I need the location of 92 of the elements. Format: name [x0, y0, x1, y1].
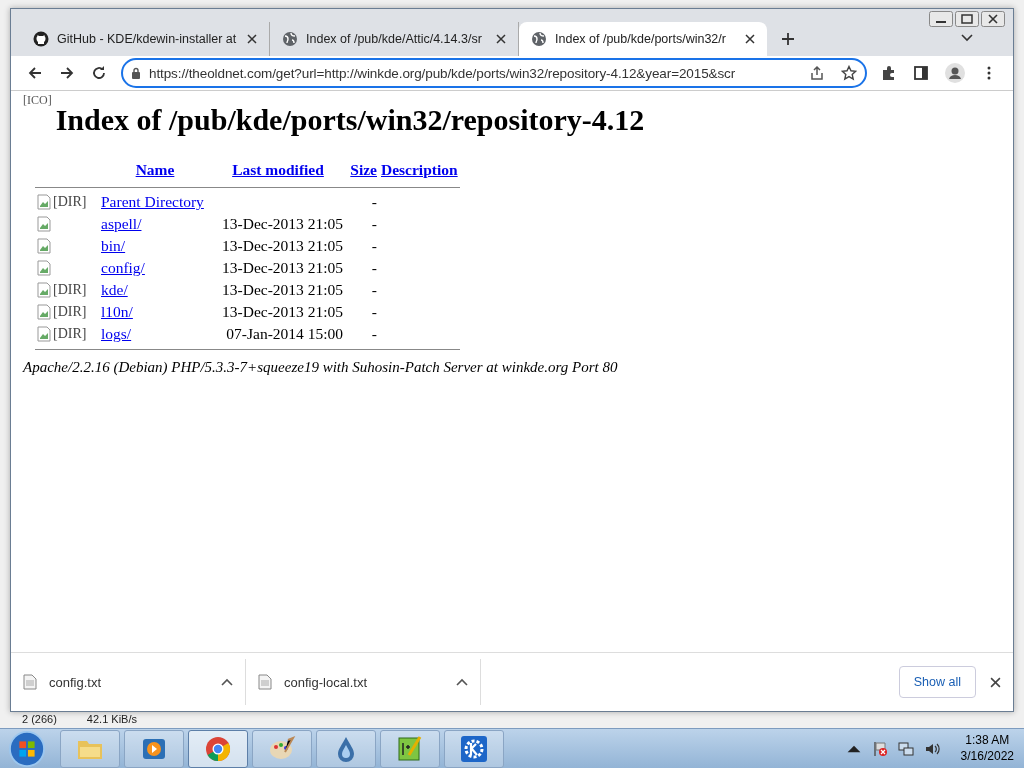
file-size: - [371, 325, 377, 342]
directory-link[interactable]: aspell/ [101, 215, 142, 232]
broken-image-alt: [DIR] [53, 326, 87, 342]
browser-tab[interactable]: Index of /pub/kde/Attic/4.14.3/sr [270, 22, 519, 56]
address-bar[interactable]: https://theoldnet.com/get?url=http://winkde.org/pub/kde/ports/win32/repository-4.12&year=2015&scr [121, 58, 867, 88]
modified-date: 07-Jan-2014 15:00 [226, 325, 343, 342]
minimize-icon[interactable] [929, 11, 953, 27]
broken-image-alt: [DIR] [53, 282, 87, 298]
new-tab-icon[interactable] [781, 32, 795, 46]
clock-date: 3/16/2022 [960, 748, 1014, 765]
tab-title: Index of /pub/kde/Attic/4.14.3/sr [306, 32, 483, 46]
directory-link[interactable]: bin/ [101, 237, 126, 254]
file-size: - [371, 259, 377, 276]
directory-link[interactable]: config/ [101, 259, 145, 276]
close-icon[interactable] [981, 11, 1005, 27]
column-sort-link[interactable]: Name [135, 161, 175, 178]
close-icon[interactable] [496, 34, 506, 44]
tab-title: Index of /pub/kde/ports/win32/r [555, 32, 727, 46]
close-icon[interactable] [247, 34, 257, 44]
document-icon [258, 674, 272, 690]
globe-icon [531, 31, 547, 47]
directory-link[interactable]: kde/ [101, 281, 128, 298]
column-sort-link[interactable]: Description [381, 161, 458, 178]
chrome-icon [204, 734, 232, 763]
broken-image-icon [37, 282, 51, 298]
side-panel-icon[interactable] [913, 65, 929, 81]
restore-icon[interactable] [955, 11, 979, 27]
column-sort-link[interactable]: Last modified [232, 161, 324, 178]
share-icon[interactable] [809, 65, 825, 81]
profile-icon[interactable] [945, 63, 965, 83]
broken-image-icon [37, 216, 51, 232]
status-text: 2 (266) [22, 713, 57, 726]
notepad-icon [396, 734, 424, 763]
directory-link[interactable]: l10n/ [101, 303, 133, 320]
browser-tab[interactable]: GitHub - KDE/kdewin-installer at [21, 22, 270, 56]
modified-date: 13-Dec-2013 21:05 [222, 259, 343, 276]
broken-image-icon [37, 238, 51, 254]
broken-image-icon [37, 194, 51, 210]
download-item[interactable]: config.txt [11, 659, 246, 705]
server-signature: Apache/2.2.16 (Debian) PHP/5.3.3-7+squeeze19 with Suhosin-Patch Server at winkde.org Port 80 [23, 359, 619, 376]
broken-image-alt: [ICO] [23, 93, 52, 108]
chevron-down-icon[interactable] [961, 34, 973, 42]
puzzle-icon[interactable] [881, 65, 897, 81]
browser-tab[interactable]: Index of /pub/kde/ports/win32/r [519, 22, 767, 56]
broken-image-icon [37, 304, 51, 320]
broken-image-icon [37, 260, 51, 276]
network-icon[interactable] [897, 740, 914, 757]
github-icon [33, 31, 49, 47]
column-sort-link[interactable]: Size [350, 161, 377, 178]
file-name: config-local.txt [284, 674, 369, 690]
directory-link[interactable]: logs/ [101, 325, 132, 342]
star-icon[interactable] [841, 65, 857, 81]
modified-date: 13-Dec-2013 21:05 [222, 303, 343, 320]
forward-icon[interactable] [59, 65, 75, 81]
clock[interactable]: 1:38 AM 3/16/2022 [960, 732, 1014, 765]
download-item[interactable]: config-local.txt [246, 659, 481, 705]
broken-image-alt: [DIR] [53, 194, 87, 210]
modified-date: 13-Dec-2013 21:05 [222, 215, 343, 232]
show-all-button[interactable]: Show all [898, 666, 976, 698]
taskbar-button[interactable] [316, 729, 376, 768]
flag-icon[interactable] [871, 740, 888, 757]
caret-icon[interactable] [456, 678, 468, 686]
file-size: - [371, 303, 377, 320]
back-icon[interactable] [27, 65, 43, 81]
broken-image-alt: [DIR] [53, 304, 87, 320]
lock-icon [131, 67, 141, 79]
file-size: - [371, 215, 377, 232]
gear-icon [460, 734, 488, 763]
globe-icon [282, 31, 298, 47]
modified-date: 13-Dec-2013 21:05 [222, 237, 343, 254]
modified-date: 13-Dec-2013 21:05 [222, 281, 343, 298]
tab-title: GitHub - KDE/kdewin-installer at [57, 32, 238, 46]
url-text: https://theoldnet.com/get?url=http://winkde.org/pub/kde/ports/win32/repository-4.12&year=2015&scr [149, 65, 737, 81]
file-size: - [371, 281, 377, 298]
taskbar-button[interactable] [444, 729, 504, 768]
clock-time: 1:38 AM [965, 732, 1010, 749]
reload-icon[interactable] [91, 65, 107, 81]
close-icon[interactable] [990, 676, 1001, 688]
directory-link[interactable]: Parent Directory [101, 193, 204, 210]
file-name: config.txt [49, 674, 103, 690]
page-heading: Index of /pub/kde/ports/win32/repository-4.12 [55, 103, 645, 137]
status-text: 42.1 KiB/s [86, 713, 137, 726]
broken-image-icon [37, 326, 51, 342]
taskbar-button[interactable] [380, 729, 440, 768]
taskbar-button[interactable] [124, 729, 184, 768]
file-size: - [371, 193, 377, 210]
taskbar-button[interactable] [188, 729, 248, 768]
start-button[interactable] [8, 729, 46, 768]
caret-icon[interactable] [221, 678, 233, 686]
document-icon [23, 674, 37, 690]
close-icon[interactable] [745, 34, 755, 44]
file-size: - [371, 237, 377, 254]
